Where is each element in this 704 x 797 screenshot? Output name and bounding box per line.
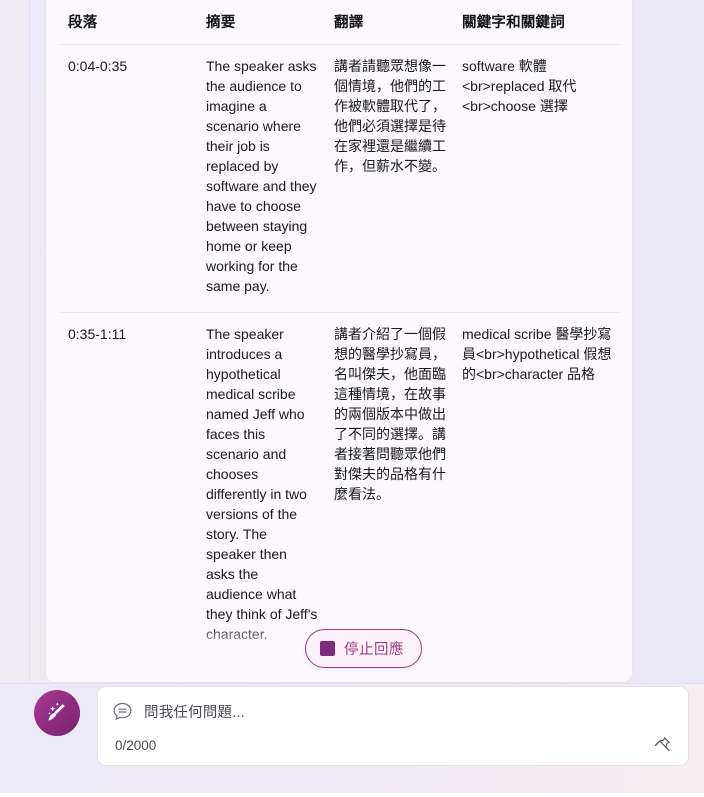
summary-table: 段落 摘要 翻譯 關鍵字和關鍵詞 0:04-0:35 The speaker a… xyxy=(60,1,620,682)
cell-segment: 0:35-1:11 xyxy=(60,312,198,661)
composer-input-row[interactable]: 問我任何問題... xyxy=(112,701,652,722)
cell-translation: 講者介紹了一個假想的醫學抄寫員，名叫傑夫，他面臨這種情境，在故事的兩個版本中做出… xyxy=(326,312,454,661)
copilot-chat-panel: 段落 摘要 翻譯 關鍵字和關鍵詞 0:04-0:35 The speaker a… xyxy=(0,0,704,797)
pin-icon xyxy=(654,736,670,751)
answer-scroll-area[interactable]: 段落 摘要 翻譯 關鍵字和關鍵詞 0:04-0:35 The speaker a… xyxy=(46,0,632,682)
composer-input-container[interactable]: 問我任何問題... 0/2000 xyxy=(97,686,689,766)
table-header-row: 段落 摘要 翻譯 關鍵字和關鍵詞 xyxy=(60,1,620,45)
assistant-answer-card: 段落 摘要 翻譯 關鍵字和關鍵詞 0:04-0:35 The speaker a… xyxy=(45,0,633,683)
cell-summary: The speaker asks the audience to imagine… xyxy=(198,44,326,313)
character-counter: 0/2000 xyxy=(115,738,157,753)
composer-placeholder: 問我任何問題... xyxy=(144,705,245,721)
left-rail xyxy=(0,0,30,683)
window-bottom-edge xyxy=(0,793,704,797)
cell-keywords: software 軟體<br>replaced 取代<br>choose 選擇 xyxy=(454,44,620,313)
column-header-translation: 翻譯 xyxy=(334,15,364,31)
cell-segment: 1:11-2:03 xyxy=(60,660,198,682)
stop-responding-button[interactable]: 停止回應 xyxy=(305,629,422,668)
cell-translation: 講者請聽眾想像一個情境，他們的工作被軟體取代了，他們必須選擇是待在家裡還是繼續工… xyxy=(326,44,454,313)
table-row: 0:35-1:11 The speaker introduces a hypot… xyxy=(60,312,620,661)
cell-segment: 0:04-0:35 xyxy=(60,44,198,313)
pin-button[interactable] xyxy=(650,732,674,756)
cell-summary: The speaker introduces a hypothetical me… xyxy=(198,312,326,661)
cell-summary: The speaker reveals the results of their… xyxy=(198,660,326,682)
assistant-avatar xyxy=(34,690,80,736)
composer-bar: 問我任何問題... 0/2000 xyxy=(0,683,704,797)
column-header-keywords: 關鍵字和關鍵詞 xyxy=(462,15,565,31)
stop-responding-label: 停止回應 xyxy=(344,642,404,658)
broom-sparkle-icon xyxy=(48,702,65,721)
stop-square-icon xyxy=(320,641,335,656)
chat-bubble-icon xyxy=(113,702,132,721)
column-header-segment: 段落 xyxy=(68,15,98,31)
table-row: 0:04-0:35 The speaker asks the audience … xyxy=(60,44,620,313)
right-gutter xyxy=(632,0,704,683)
column-header-summary: 摘要 xyxy=(206,15,236,31)
cell-keywords: medical scribe 醫學抄寫員<br>hypothetical 假想的… xyxy=(454,312,620,661)
cell-keywords: research 研究<br>competent 能力<br>moral 道德<… xyxy=(454,660,620,682)
